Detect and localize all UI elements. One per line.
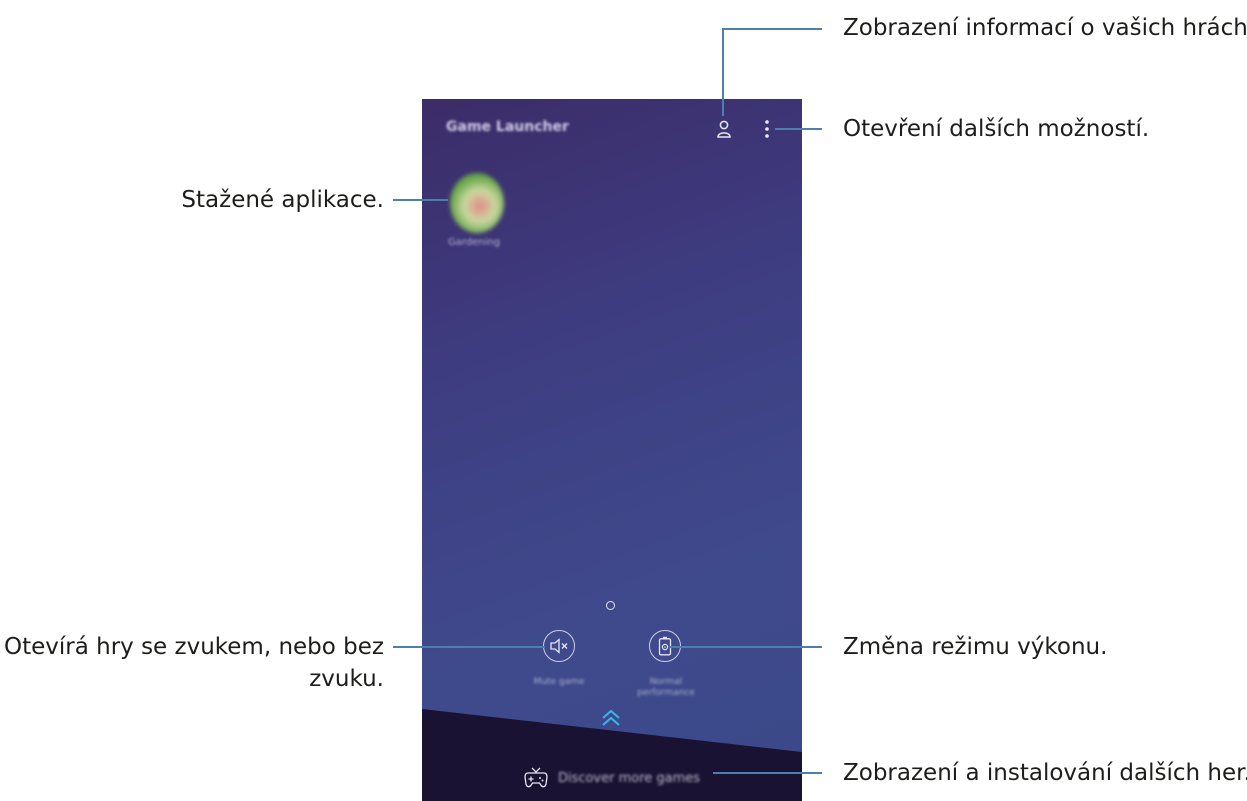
callout-line-more-options	[775, 128, 822, 130]
mute-icon	[550, 638, 568, 654]
callout-game-info: Zobrazení informací o vašich hrách.	[843, 15, 1247, 41]
gamepad-icon	[524, 767, 548, 788]
callout-sound-line2: zvuku.	[309, 666, 384, 692]
chevron-up-icon[interactable]	[598, 705, 624, 731]
discover-label: Discover more games	[557, 770, 701, 786]
callout-downloaded-apps: Stažené aplikace.	[181, 187, 384, 213]
more-options-icon[interactable]	[759, 116, 775, 142]
mute-label: Mute game	[533, 677, 585, 687]
callout-line-game-info-h	[722, 28, 822, 30]
callout-performance-mode: Změna režimu výkonu.	[843, 634, 1108, 660]
callout-sound-line1: Otevírá hry se zvukem, nebo bez	[3, 634, 384, 660]
discover-more-games-bar[interactable]: Discover more games	[422, 755, 802, 801]
callout-line-performance	[670, 646, 822, 648]
callout-line-downloaded-apps	[393, 199, 448, 201]
game-launcher-screen: Game Launcher Gardening Mute game Normal	[422, 99, 802, 801]
callout-more-options: Otevření dalších možností.	[843, 116, 1150, 142]
callout-line-game-info-v	[722, 28, 724, 116]
page-indicator	[606, 601, 615, 610]
callout-line-sound	[393, 646, 545, 648]
downloaded-app-icon[interactable]	[450, 173, 504, 233]
mute-button[interactable]	[543, 630, 575, 662]
profile-icon[interactable]	[714, 117, 734, 141]
app-title: Game Launcher	[446, 119, 569, 135]
app-tile-label: Gardening	[447, 237, 501, 248]
callout-discover-games: Zobrazení a instalování dalších her.	[843, 760, 1247, 786]
performance-label: Normal performance	[637, 677, 695, 698]
callout-line-discover	[713, 772, 822, 774]
